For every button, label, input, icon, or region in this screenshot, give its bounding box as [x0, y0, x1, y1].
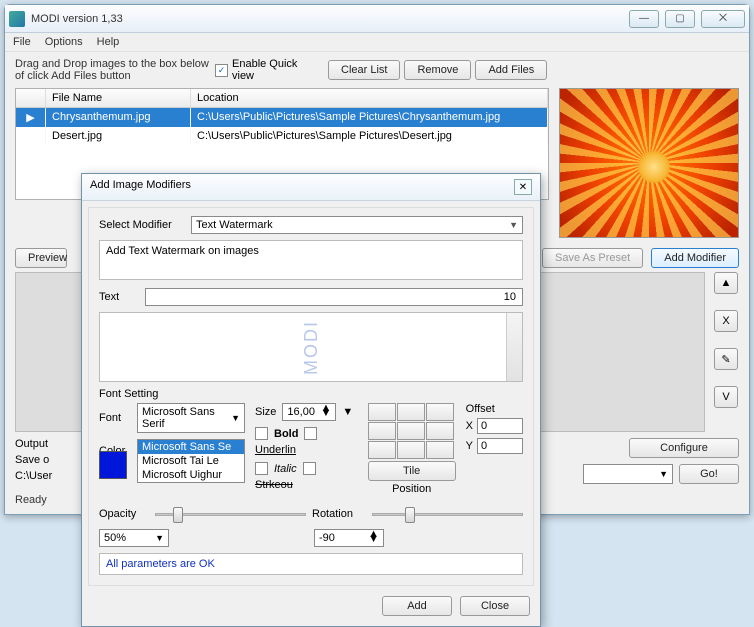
- preview-scrollbar[interactable]: [506, 313, 522, 381]
- window-title: MODI version 1,33: [31, 13, 629, 25]
- font-option[interactable]: Microsoft Tai Le: [138, 454, 244, 468]
- offset-label: Offset: [466, 403, 523, 415]
- bold-checkbox[interactable]: [255, 427, 268, 440]
- file-list-header: File Name Location: [16, 89, 548, 108]
- dialog-close-button[interactable]: Close: [460, 596, 530, 616]
- dialog-title: Add Image Modifiers: [90, 179, 514, 195]
- rotation-slider[interactable]: [372, 505, 523, 523]
- remove-button[interactable]: Remove: [404, 60, 471, 80]
- rotation-label: Rotation: [312, 508, 366, 520]
- go-combo[interactable]: ▼: [583, 464, 673, 484]
- enable-quick-label: Enable Quick view: [232, 58, 302, 82]
- opacity-label: Opacity: [99, 508, 149, 520]
- text-label: Text: [99, 291, 139, 303]
- select-modifier-label: Select Modifier: [99, 219, 185, 231]
- toolbar: Drag and Drop images to the box below of…: [5, 52, 749, 88]
- app-icon: [9, 11, 25, 27]
- maximize-button[interactable]: ▢: [665, 10, 695, 28]
- italic-checkbox[interactable]: [255, 462, 268, 475]
- close-button[interactable]: ⨉: [701, 10, 745, 28]
- select-modifier-dropdown[interactable]: Text Watermark ▼: [191, 216, 523, 234]
- chevron-down-icon[interactable]: ▼: [342, 406, 353, 418]
- font-option[interactable]: Microsoft Sans Se: [138, 440, 244, 454]
- configure-button[interactable]: Configure: [629, 438, 739, 458]
- enable-quick-checkbox[interactable]: ✓: [215, 64, 228, 77]
- menu-file[interactable]: File: [13, 36, 31, 48]
- save-as-preset-button[interactable]: Save As Preset: [542, 248, 643, 268]
- menubar: File Options Help: [5, 33, 749, 52]
- right-gray-area: [535, 272, 705, 432]
- text-input[interactable]: 10: [145, 288, 523, 306]
- col-filename[interactable]: File Name: [46, 89, 191, 107]
- delete-button[interactable]: X: [714, 310, 738, 332]
- minimize-button[interactable]: —: [629, 10, 659, 28]
- go-button[interactable]: Go!: [679, 464, 739, 484]
- file-row[interactable]: ▶ Chrysanthemum.jpg C:\Users\Public\Pict…: [16, 108, 548, 127]
- opacity-value[interactable]: 50%▼: [99, 529, 169, 547]
- font-option[interactable]: Microsoft Uighur: [138, 468, 244, 482]
- main-window: MODI version 1,33 — ▢ ⨉ File Options Hel…: [4, 4, 750, 515]
- offset-x-input[interactable]: [477, 418, 523, 434]
- titlebar: MODI version 1,33 — ▢ ⨉: [5, 5, 749, 33]
- position-label: Position: [368, 483, 456, 495]
- up-button[interactable]: ▲: [714, 272, 738, 294]
- watermark-preview: MODI: [99, 312, 523, 382]
- parameters-status: All parameters are OK: [99, 553, 523, 575]
- opacity-slider[interactable]: [155, 505, 306, 523]
- strikeout-checkbox[interactable]: [303, 462, 316, 475]
- pencil-icon: ✎: [721, 353, 730, 366]
- clear-list-button[interactable]: Clear List: [328, 60, 400, 80]
- menu-help[interactable]: Help: [97, 36, 120, 48]
- position-grid[interactable]: [368, 403, 456, 459]
- file-row[interactable]: Desert.jpg C:\Users\Public\Pictures\Samp…: [16, 127, 548, 145]
- rotation-value[interactable]: -90▲▼: [314, 529, 384, 547]
- down-button[interactable]: V: [714, 386, 738, 408]
- font-label: Font: [99, 412, 131, 424]
- dialog-close-icon[interactable]: ✕: [514, 179, 532, 195]
- edit-button[interactable]: ✎: [714, 348, 738, 370]
- font-listbox[interactable]: Microsoft Sans Se Microsoft Tai Le Micro…: [137, 439, 245, 483]
- font-setting-label: Font Setting: [99, 388, 523, 400]
- add-modifier-button[interactable]: Add Modifier: [651, 248, 739, 268]
- font-combo[interactable]: Microsoft Sans Serif▼: [137, 403, 245, 433]
- size-input[interactable]: 16,00 ▲▼: [282, 403, 336, 421]
- underline-checkbox[interactable]: [304, 427, 317, 440]
- dragdrop-label: Drag and Drop images to the box below of…: [15, 58, 211, 82]
- chevron-down-icon: ▼: [509, 220, 518, 230]
- offset-y-input[interactable]: [477, 438, 523, 454]
- add-image-modifiers-dialog: Add Image Modifiers ✕ Select Modifier Te…: [81, 173, 541, 627]
- tile-button[interactable]: Tile: [368, 461, 456, 481]
- menu-options[interactable]: Options: [45, 36, 83, 48]
- color-swatch[interactable]: [99, 451, 127, 479]
- dialog-add-button[interactable]: Add: [382, 596, 452, 616]
- modifier-description: Add Text Watermark on images: [99, 240, 523, 280]
- preview-button[interactable]: Preview: [15, 248, 67, 268]
- add-files-button[interactable]: Add Files: [475, 60, 547, 80]
- size-label: Size: [255, 406, 276, 418]
- preview-image: [559, 88, 739, 238]
- col-location[interactable]: Location: [191, 89, 548, 107]
